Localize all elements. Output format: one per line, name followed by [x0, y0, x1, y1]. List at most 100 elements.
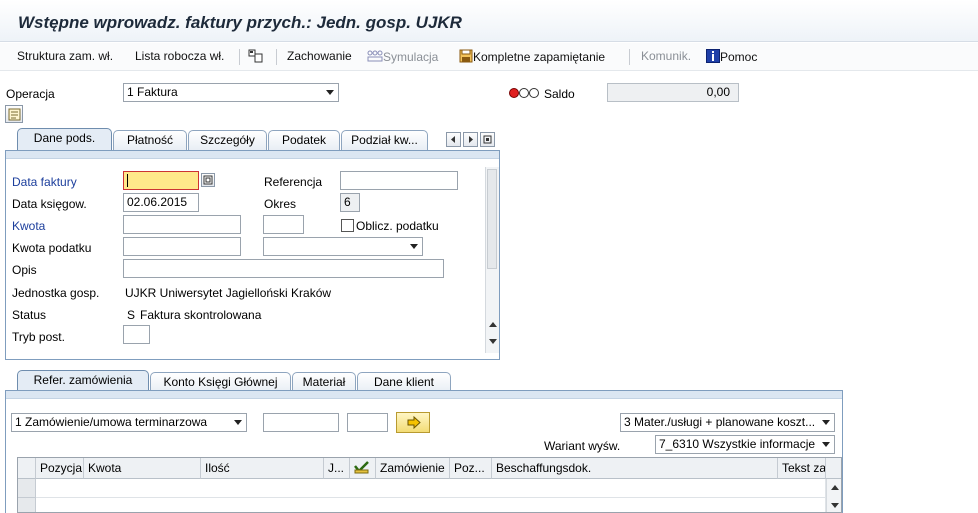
okres-field: 6 — [340, 193, 360, 212]
struktura-button[interactable]: Struktura zam. wł. — [17, 49, 113, 63]
chevron-down-icon — [326, 90, 334, 95]
column-header-pozycja[interactable]: Pozycja — [36, 458, 84, 479]
referencja-input[interactable] — [340, 171, 458, 190]
table-corner[interactable] — [18, 458, 36, 479]
referencja-typ-value: 1 Zamówienie/umowa terminarzowa — [15, 415, 208, 429]
table-vertical-scrollbar[interactable] — [826, 479, 841, 512]
chevron-down-icon — [410, 244, 418, 249]
pozycja-input[interactable] — [347, 413, 388, 432]
symulacja-label: Symulacja — [383, 50, 439, 64]
table-row[interactable] — [36, 479, 826, 498]
header-tab-strip: Dane pods. Płatność Szczegóły Podatek Po… — [17, 128, 507, 152]
column-header-beschaffungsdok[interactable]: Beschaffungsdok. — [492, 458, 778, 479]
scroll-up-icon[interactable] — [489, 322, 497, 327]
toolbar-separator — [239, 49, 240, 65]
title-bar: Wstępne wprowadz. faktury przych.: Jedn.… — [0, 0, 978, 42]
przenies-button[interactable] — [396, 412, 430, 433]
column-header-poz[interactable]: Poz... — [450, 458, 492, 479]
tab-scroll-right-button[interactable] — [463, 132, 478, 147]
tab-scroll-left-button[interactable] — [446, 132, 461, 147]
tryb-post-label: Tryb post. — [12, 330, 65, 344]
wariant-wysw-select[interactable]: 7_6310 Wszystkie informacje — [655, 435, 835, 454]
waluta-input[interactable] — [263, 215, 304, 234]
scrollbar-thumb[interactable] — [487, 169, 497, 269]
column-settings-button[interactable] — [826, 458, 841, 479]
arrow-right-icon — [407, 416, 421, 429]
column-header-jednostka[interactable]: J... — [324, 458, 350, 479]
panel-header-band — [6, 391, 842, 399]
text-cursor — [127, 174, 128, 187]
scroll-up-icon[interactable] — [831, 485, 839, 490]
kod-podatku-select[interactable] — [263, 237, 423, 256]
oblicz-podatku-label: Oblicz. podatku — [356, 219, 439, 233]
simulation-icon — [367, 50, 383, 62]
application-toolbar: Struktura zam. wł. Lista robocza wł. Zac… — [0, 43, 978, 71]
chevron-right-icon — [469, 136, 473, 143]
oblicz-podatku-checkbox[interactable] — [341, 219, 354, 232]
operacja-value: 1 Faktura — [127, 85, 178, 99]
tab-podatek[interactable]: Podatek — [268, 130, 340, 151]
calendar-icon — [203, 175, 213, 185]
column-header-zamowienie[interactable]: Zamówienie — [376, 458, 450, 479]
panel-vertical-scrollbar[interactable] — [485, 167, 499, 353]
opis-label: Opis — [12, 263, 37, 277]
kwota-input[interactable] — [123, 215, 241, 234]
komunik-button[interactable]: Komunik. — [641, 49, 691, 63]
opis-input[interactable] — [123, 259, 444, 278]
data-ksiegow-input[interactable]: 02.06.2015 — [123, 193, 199, 212]
row-selector[interactable] — [18, 498, 36, 512]
chevron-down-icon — [822, 420, 830, 425]
symulacja-button[interactable]: Symulacja — [367, 49, 438, 64]
data-faktury-input[interactable] — [123, 171, 199, 190]
checkmark-icon — [354, 461, 369, 474]
kompletne-label: Kompletne zapamiętanie — [473, 50, 606, 64]
operacja-select[interactable]: 1 Faktura — [123, 83, 339, 102]
document-overview-button[interactable] — [5, 105, 23, 123]
lista-robocza-button[interactable]: Lista robocza wł. — [135, 49, 224, 63]
data-faktury-label: Data faktury — [12, 175, 77, 189]
info-icon — [706, 49, 720, 63]
scroll-down-icon[interactable] — [489, 339, 497, 344]
saldo-label: Saldo — [544, 87, 575, 101]
tab-szczegoly[interactable]: Szczegóły — [188, 130, 267, 151]
layout-select[interactable]: 3 Mater./usługi + planowane koszt... — [620, 413, 835, 432]
document-list-icon — [8, 108, 21, 121]
scroll-down-icon[interactable] — [831, 503, 839, 508]
column-header-ilosc[interactable]: Ilość — [201, 458, 324, 479]
tab-podzial[interactable]: Podział kw... — [341, 130, 428, 151]
wariant-wysw-value: 7_6310 Wszystkie informacje — [659, 437, 816, 451]
toolbar-separator — [629, 49, 630, 65]
status-value: Faktura skontrolowana — [140, 308, 262, 322]
tab-dane-pods[interactable]: Dane pods. — [17, 128, 112, 151]
calendar-button[interactable] — [201, 173, 215, 187]
panel-header-band — [6, 151, 499, 159]
data-ksiegow-label: Data księgow. — [12, 197, 87, 211]
jednostka-gosp-label: Jednostka gosp. — [12, 286, 100, 300]
zachowanie-button[interactable]: Zachowanie — [287, 49, 352, 63]
pomoc-label: Pomoc — [720, 50, 758, 64]
tab-list-icon — [483, 135, 492, 144]
save-icon — [459, 49, 473, 63]
referencja-label: Referencja — [264, 175, 323, 189]
layout-button[interactable] — [248, 49, 263, 64]
zamowienie-input[interactable] — [263, 413, 339, 432]
kwota-podatku-input[interactable] — [123, 237, 241, 256]
column-header-tekst[interactable]: Tekst za — [778, 458, 826, 479]
referencja-typ-select[interactable]: 1 Zamówienie/umowa terminarzowa — [11, 413, 247, 432]
column-header-check[interactable] — [350, 458, 376, 479]
row-selector[interactable] — [18, 479, 36, 498]
column-header-kwota[interactable]: Kwota — [84, 458, 201, 479]
wariant-wysw-label: Wariant wyśw. — [544, 439, 621, 453]
table-row[interactable] — [36, 498, 826, 512]
operacja-label: Operacja — [6, 87, 55, 101]
tryb-post-input[interactable] — [123, 325, 150, 344]
tab-platnosc[interactable]: Płatność — [113, 130, 187, 151]
kompletne-zapamietanie-button[interactable]: Kompletne zapamiętanie — [459, 49, 605, 64]
kwota-label: Kwota — [12, 219, 46, 233]
chevron-down-icon — [234, 420, 242, 425]
status-code: S — [127, 308, 136, 322]
items-table: Pozycja Kwota Ilość J... Zamówienie Poz.… — [17, 457, 842, 513]
pomoc-button[interactable]: Pomoc — [706, 49, 757, 64]
traffic-light-icon — [509, 88, 539, 98]
tab-list-button[interactable] — [480, 132, 495, 147]
